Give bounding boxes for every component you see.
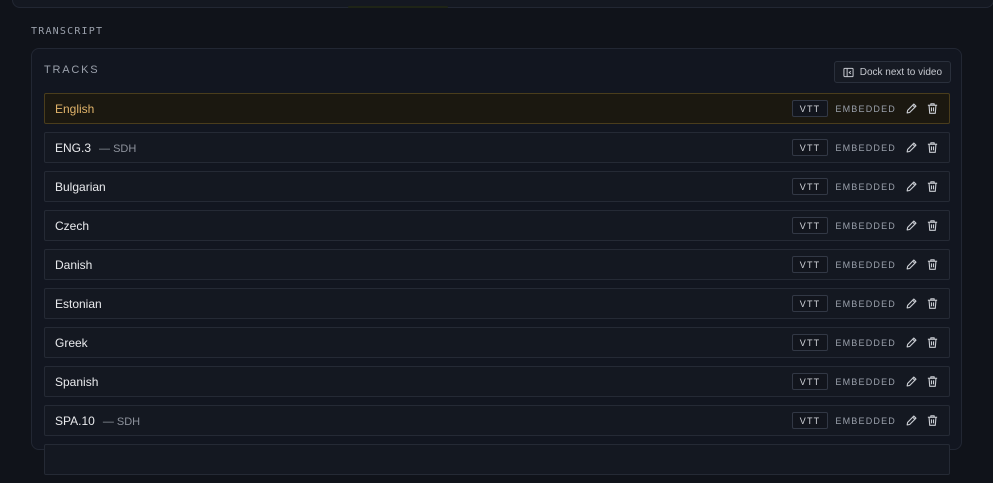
trash-icon[interactable]: [925, 414, 939, 428]
track-name-text: ENG.3: [55, 140, 92, 155]
track-name-text: Czech: [55, 218, 90, 233]
track-name: Greek: [55, 336, 88, 350]
track-name: ENG.3 — SDH: [55, 141, 136, 155]
track-name: SPA.10 — SDH: [55, 414, 140, 428]
trash-icon[interactable]: [925, 141, 939, 155]
track-name-text: Greek: [55, 335, 88, 350]
track-name: Danish: [55, 258, 92, 272]
track-actions: VTT EMBEDDED: [791, 412, 939, 429]
track-name-text: Bulgarian: [55, 179, 106, 194]
track-name-text: Spanish: [55, 374, 99, 389]
tracks-header: TRACKS: [44, 64, 100, 76]
format-badge: VTT: [791, 217, 829, 234]
track-actions: VTT EMBEDDED: [791, 295, 939, 312]
track-name-text: SPA.10: [55, 413, 95, 428]
track-row[interactable]: [44, 444, 950, 475]
track-variant: — SDH: [102, 415, 141, 428]
pencil-icon[interactable]: [904, 375, 918, 389]
track-name: Czech: [55, 219, 89, 233]
track-list: English VTT EMBEDDED ENG.3— SDH VTT EMBEDDED B…: [44, 93, 950, 483]
pencil-icon[interactable]: [904, 141, 918, 155]
track-row[interactable]: Bulgarian VTT EMBEDDED: [44, 171, 950, 202]
format-badge: VTT: [791, 139, 829, 156]
track-actions: VTT EMBEDDED: [791, 334, 939, 351]
track-actions: VTT EMBEDDED: [791, 217, 939, 234]
track-name: Estonian: [55, 297, 102, 311]
format-badge: VTT: [791, 373, 829, 390]
trash-icon[interactable]: [925, 336, 939, 350]
format-badge: VTT: [791, 334, 829, 351]
video-panel-card: [12, 0, 993, 8]
pencil-icon[interactable]: [904, 336, 918, 350]
track-row[interactable]: ENG.3 — SDH VTT EMBEDDED: [44, 132, 950, 163]
track-actions: VTT EMBEDDED: [791, 178, 939, 195]
dock-next-to-video-button[interactable]: Dock next to video: [833, 61, 951, 83]
track-name: Bulgarian: [55, 180, 106, 194]
source-label: EMBEDDED: [835, 259, 896, 270]
track-row[interactable]: SPA.10 — SDH VTT EMBEDDED: [44, 405, 950, 436]
track-variant: — SDH: [99, 142, 137, 155]
track-row[interactable]: Spanish VTT EMBEDDED: [44, 366, 950, 397]
format-badge: VTT: [791, 100, 829, 117]
pencil-icon[interactable]: [904, 102, 918, 116]
track-name: English: [55, 102, 94, 116]
source-label: EMBEDDED: [835, 298, 896, 309]
format-badge: VTT: [791, 256, 829, 273]
trash-icon[interactable]: [925, 219, 939, 233]
source-label: EMBEDDED: [835, 337, 896, 348]
track-actions: VTT EMBEDDED: [791, 100, 939, 117]
format-badge: VTT: [791, 412, 829, 429]
format-badge: VTT: [791, 295, 829, 312]
source-label: EMBEDDED: [835, 220, 896, 231]
source-label: EMBEDDED: [835, 181, 896, 192]
tracks-panel: TRACKS Dock next to video English VTT EMBE…: [31, 48, 962, 475]
video-panel-accent: [348, 6, 448, 8]
trash-icon[interactable]: [925, 102, 939, 116]
dock-button-label: Dock next to video: [859, 66, 942, 78]
pencil-icon[interactable]: [904, 297, 918, 311]
track-name-text: Estonian: [55, 296, 102, 311]
dock-panel-icon: [843, 67, 854, 78]
track-row[interactable]: Estonian VTT EMBEDDED: [44, 288, 950, 319]
track-row[interactable]: English VTT EMBEDDED: [44, 93, 950, 124]
track-row[interactable]: Danish VTT EMBEDDED: [44, 249, 950, 280]
track-row[interactable]: Greek VTT EMBEDDED: [44, 327, 950, 358]
track-actions: VTT EMBEDDED: [791, 139, 939, 156]
track-actions: VTT EMBEDDED: [791, 373, 939, 390]
track-name-text: Danish: [55, 257, 93, 272]
trash-icon[interactable]: [925, 258, 939, 272]
pencil-icon[interactable]: [904, 258, 918, 272]
format-badge: VTT: [791, 178, 829, 195]
track-row[interactable]: Czech VTT EMBEDDED: [44, 210, 950, 241]
pencil-icon[interactable]: [904, 219, 918, 233]
trash-icon[interactable]: [925, 180, 939, 194]
trash-icon[interactable]: [925, 297, 939, 311]
track-actions: VTT EMBEDDED: [791, 256, 939, 273]
source-label: EMBEDDED: [835, 415, 896, 426]
trash-icon[interactable]: [925, 375, 939, 389]
source-label: EMBEDDED: [835, 376, 896, 387]
pencil-icon[interactable]: [904, 180, 918, 194]
track-name: Spanish: [55, 375, 98, 389]
pencil-icon[interactable]: [904, 414, 918, 428]
track-name-text: English: [55, 101, 95, 116]
source-label: EMBEDDED: [835, 142, 896, 153]
source-label: EMBEDDED: [835, 103, 896, 114]
section-title: TRANSCRIPT: [31, 26, 104, 37]
